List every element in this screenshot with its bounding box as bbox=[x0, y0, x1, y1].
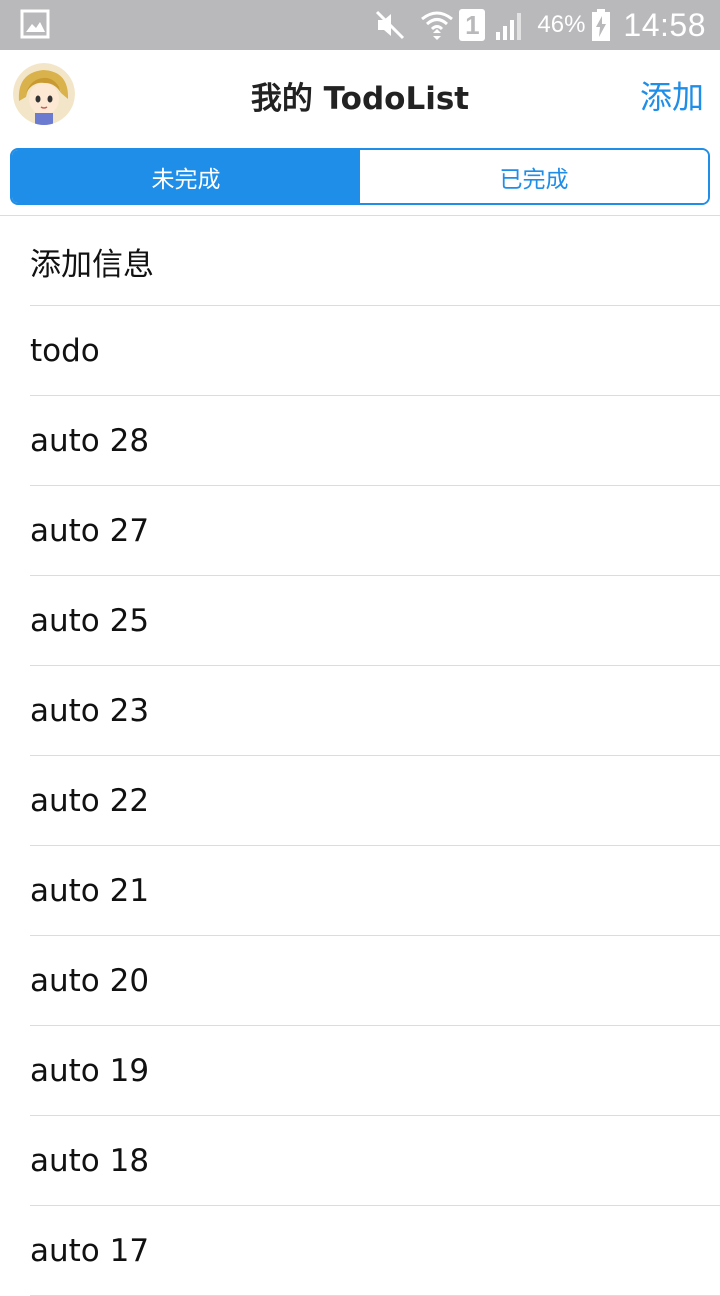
battery-percent: 46% bbox=[537, 11, 586, 38]
todo-item[interactable]: auto 21 bbox=[0, 846, 720, 936]
wifi-icon bbox=[421, 11, 454, 40]
todo-item[interactable]: auto 25 bbox=[0, 576, 720, 666]
sim-icon: 1 bbox=[459, 9, 486, 41]
todo-list: 添加信息 todo auto 28 auto 27 auto 25 auto 2… bbox=[0, 216, 720, 1296]
todo-item[interactable]: auto 20 bbox=[0, 936, 720, 1026]
todo-item[interactable]: auto 27 bbox=[0, 486, 720, 576]
mute-icon bbox=[376, 10, 405, 40]
todo-item[interactable]: auto 18 bbox=[0, 1116, 720, 1206]
tab-incomplete[interactable]: 未完成 bbox=[12, 150, 360, 203]
todo-item[interactable]: todo bbox=[0, 306, 720, 396]
clock: 14:58 bbox=[623, 6, 706, 43]
gallery-icon bbox=[20, 9, 50, 39]
status-bar: 1 46% 14:58 bbox=[0, 0, 720, 50]
todo-item[interactable]: auto 17 bbox=[0, 1206, 720, 1296]
todo-item[interactable]: auto 23 bbox=[0, 666, 720, 756]
add-button[interactable]: 添加 bbox=[640, 50, 704, 140]
signal-icon bbox=[496, 13, 522, 40]
todo-item[interactable]: 添加信息 bbox=[0, 216, 720, 306]
todo-item[interactable]: auto 22 bbox=[0, 756, 720, 846]
page-title: 我的 TodoList bbox=[250, 80, 470, 117]
app-header: 我的 TodoList 添加 bbox=[0, 50, 720, 140]
todo-item[interactable]: auto 28 bbox=[0, 396, 720, 486]
todo-item[interactable]: auto 19 bbox=[0, 1026, 720, 1116]
status-segmented-control: 未完成 已完成 bbox=[10, 148, 710, 205]
tab-completed[interactable]: 已完成 bbox=[360, 150, 708, 203]
battery-icon bbox=[592, 9, 611, 41]
